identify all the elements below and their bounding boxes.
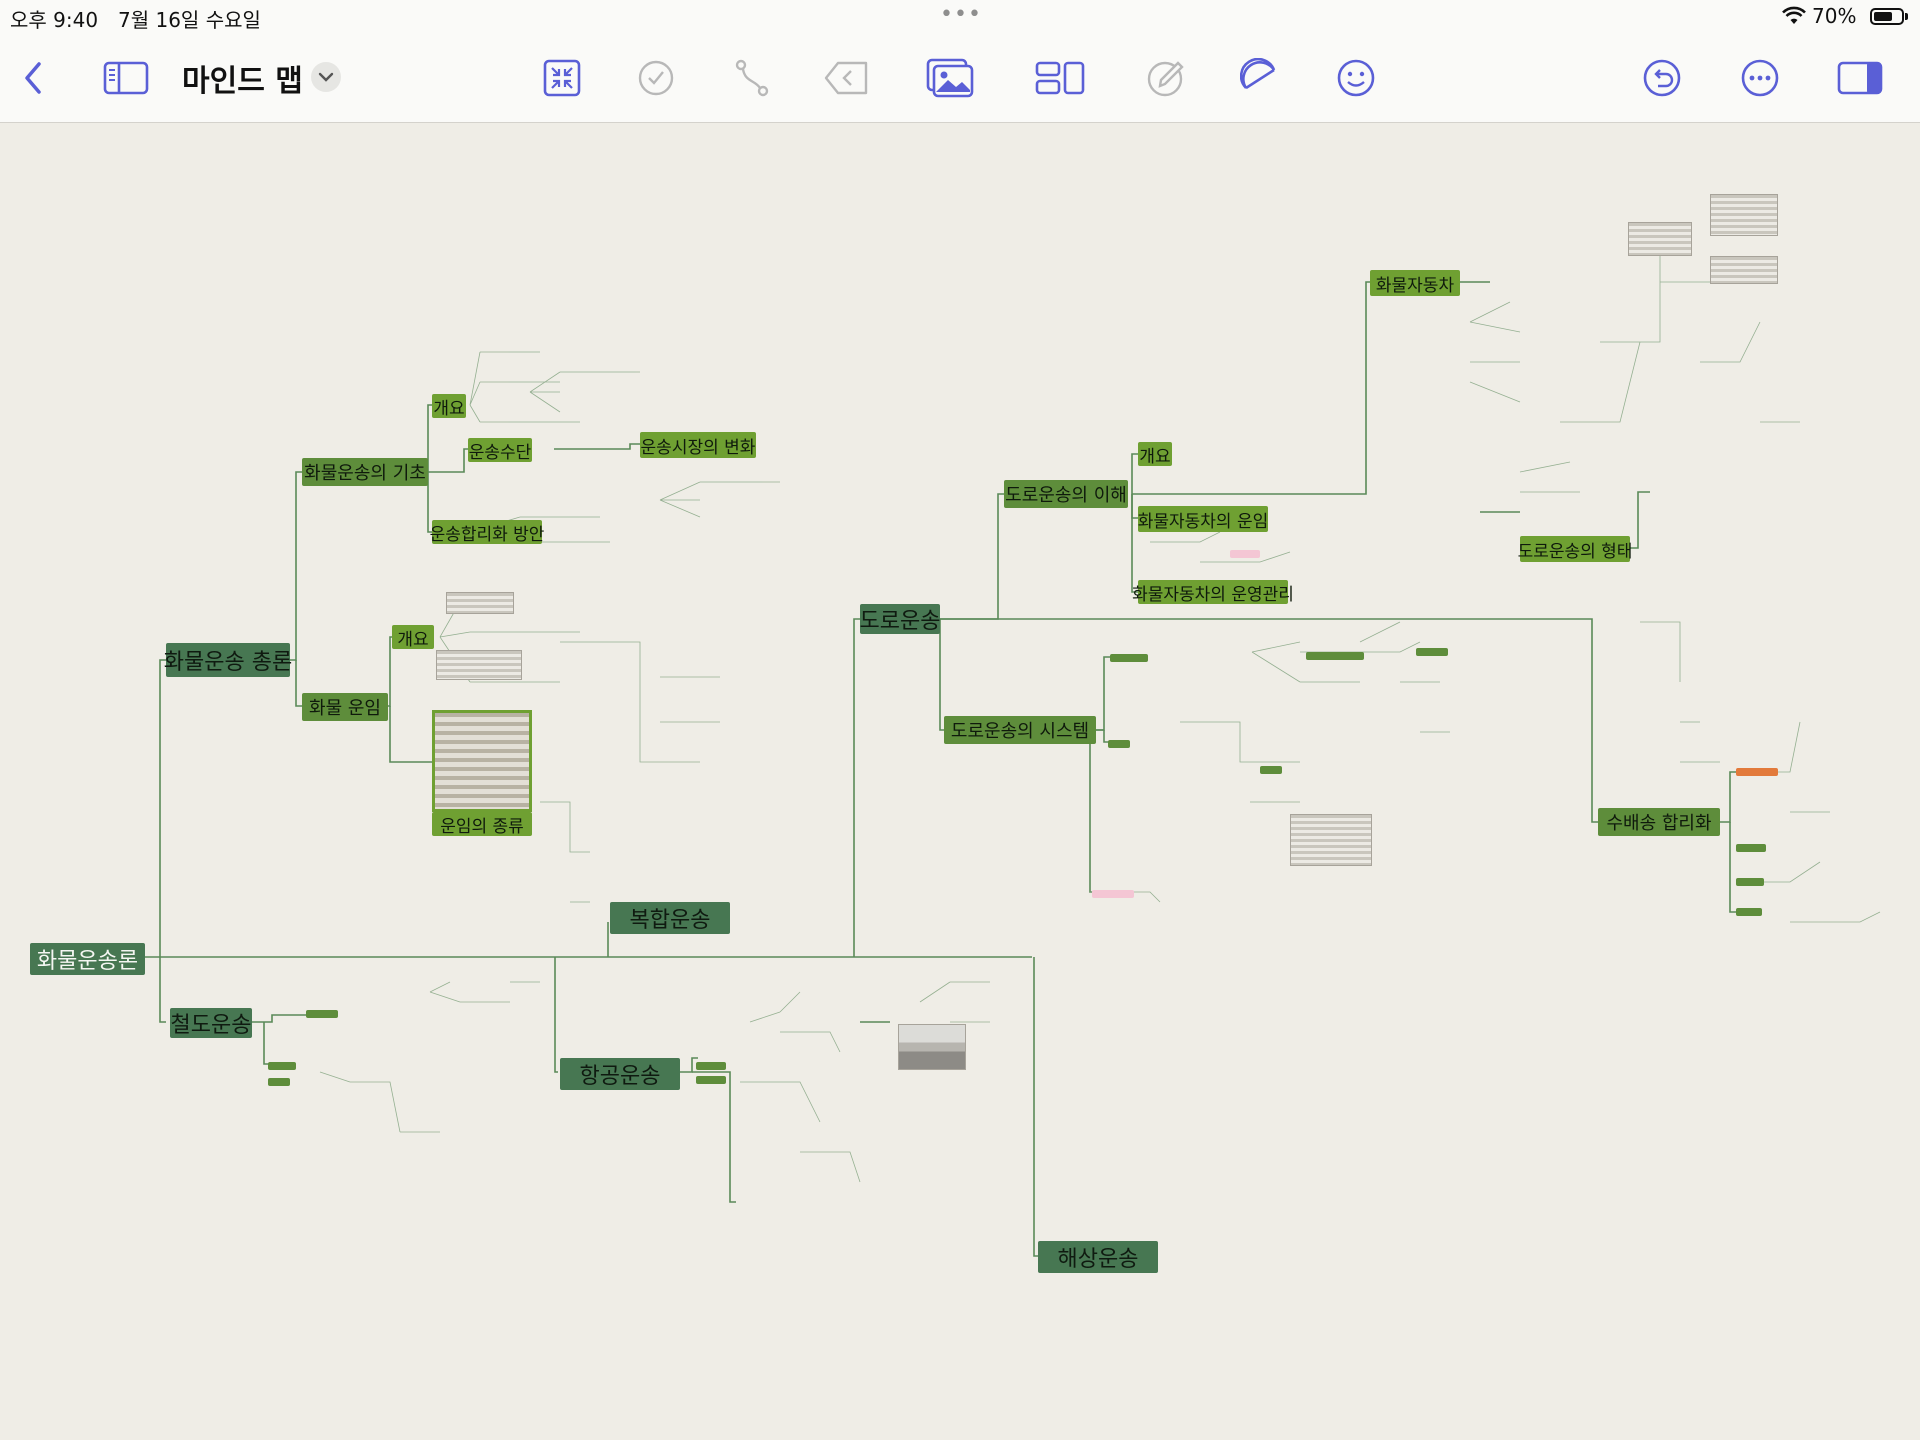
back-button[interactable] — [10, 56, 58, 104]
node-freight-outline[interactable]: 개요 — [392, 625, 434, 650]
inspector-button[interactable] — [1836, 56, 1884, 104]
node-basics[interactable]: 화물운송의 기초 — [302, 458, 428, 486]
emoji-icon — [1336, 58, 1376, 102]
system-subnode[interactable] — [1416, 648, 1448, 656]
status-time: 오후 9:40 — [10, 8, 99, 32]
layout-icon — [1035, 60, 1085, 100]
freight-image-1[interactable] — [446, 592, 514, 614]
node-road-forms[interactable]: 도로운송의 형태 — [1518, 536, 1632, 562]
node-air[interactable]: 항공운송 — [560, 1058, 680, 1090]
theme-button[interactable] — [1236, 56, 1284, 104]
node-truck-operation[interactable]: 화물자동차의 운임 — [1138, 506, 1268, 532]
system-subnode[interactable] — [1260, 766, 1282, 774]
chevron-down-icon — [311, 72, 341, 96]
battery-percent: 70% — [1812, 4, 1857, 28]
highlight-subnode[interactable] — [1230, 550, 1260, 558]
system-subnode[interactable] — [1306, 652, 1364, 660]
battery-icon — [1870, 8, 1904, 25]
rail-subnode[interactable] — [268, 1062, 296, 1070]
document-title[interactable]: 마인드 맵 — [182, 56, 303, 100]
node-composite[interactable]: 복합운송 — [610, 902, 730, 934]
delivery-subnode[interactable] — [1736, 844, 1766, 852]
navigate-back-button[interactable] — [822, 56, 870, 104]
delivery-subnode[interactable] — [1736, 768, 1778, 776]
image-icon — [926, 58, 974, 102]
layout-button[interactable] — [1035, 56, 1085, 104]
node-road[interactable]: 도로운송 — [860, 604, 940, 634]
node-fare-types[interactable]: 운임의 종류 — [432, 812, 532, 837]
delivery-subnode[interactable] — [1736, 878, 1764, 886]
node-market[interactable]: 운송시장의 변화 — [640, 432, 756, 458]
battery-level — [1874, 12, 1893, 21]
node-rational[interactable]: 운송합리화 방안 — [430, 520, 544, 545]
node-overview[interactable]: 화물운송 총론 — [164, 643, 292, 677]
back-chevron-icon — [19, 60, 49, 100]
delivery-subnode[interactable] — [1736, 908, 1762, 916]
checkbox-button[interactable] — [632, 56, 680, 104]
battery-cap — [1905, 13, 1908, 20]
pencil-icon — [1146, 58, 1186, 102]
status-bar: 오후 9:40 7월 16일 수요일 ••• 70% — [0, 0, 1920, 36]
back-arrow-icon — [824, 59, 868, 101]
connector-lines — [145, 242, 1881, 1257]
mindmap-canvas[interactable]: 화물운송론 화물운송 총론 도로운송 복합운송 철도운송 항공운송 해상운송 화… — [0, 122, 1920, 1440]
wifi-icon — [1782, 6, 1806, 30]
freight-image-2[interactable] — [436, 650, 522, 680]
emoji-button[interactable] — [1332, 56, 1380, 104]
collapse-button[interactable] — [538, 56, 586, 104]
node-road-outline[interactable]: 개요 — [1138, 442, 1172, 467]
system-subnode[interactable] — [1110, 654, 1148, 662]
collapse-icon — [543, 59, 581, 101]
air-subnode[interactable] — [696, 1062, 726, 1070]
more-button[interactable] — [1736, 56, 1784, 104]
node-sea[interactable]: 해상운송 — [1038, 1241, 1158, 1273]
image-button[interactable] — [926, 56, 974, 104]
draw-button[interactable] — [1142, 56, 1190, 104]
node-truck-management[interactable]: 화물자동차의 운영관리 — [1132, 580, 1294, 605]
sidebar-icon — [103, 60, 149, 100]
node-road-understanding[interactable]: 도로운송의 이해 — [1004, 480, 1128, 508]
air-subnode[interactable] — [696, 1076, 726, 1084]
rail-subnode[interactable] — [268, 1078, 290, 1086]
node-trucks[interactable]: 화물자동차 — [1370, 270, 1460, 296]
node-road-system[interactable]: 도로운송의 시스템 — [944, 716, 1096, 744]
sidebar-button[interactable] — [102, 56, 150, 104]
node-rail[interactable]: 철도운송 — [170, 1008, 252, 1038]
system-subnode[interactable] — [1108, 740, 1130, 748]
fare-table-image[interactable] — [432, 710, 532, 812]
title-menu-button[interactable] — [311, 62, 341, 92]
checkmark-icon — [637, 59, 675, 101]
node-freight[interactable]: 화물 운임 — [302, 693, 388, 721]
theme-icon — [1239, 57, 1280, 102]
status-date: 7월 16일 수요일 — [118, 8, 261, 32]
node-modes[interactable]: 운송수단 — [468, 438, 532, 463]
more-icon — [1740, 58, 1780, 102]
node-delivery[interactable]: 수배송 합리화 — [1598, 808, 1720, 836]
highlight-subnode[interactable] — [1092, 890, 1134, 898]
truck-image-1[interactable] — [1710, 194, 1778, 236]
connection-button[interactable] — [728, 56, 776, 104]
rail-subnode[interactable] — [306, 1010, 338, 1018]
multitasking-dots[interactable]: ••• — [940, 2, 982, 27]
truck-image-3[interactable] — [1710, 256, 1778, 284]
root-node[interactable]: 화물운송론 — [30, 943, 145, 975]
inspector-icon — [1837, 60, 1883, 100]
undo-button[interactable] — [1638, 56, 1686, 104]
truck-image-2[interactable] — [1628, 222, 1692, 256]
node-basics-outline[interactable]: 개요 — [432, 394, 466, 419]
airplane-image[interactable] — [898, 1024, 966, 1070]
undo-icon — [1642, 58, 1682, 102]
connection-icon — [733, 58, 771, 102]
system-image[interactable] — [1290, 814, 1372, 866]
